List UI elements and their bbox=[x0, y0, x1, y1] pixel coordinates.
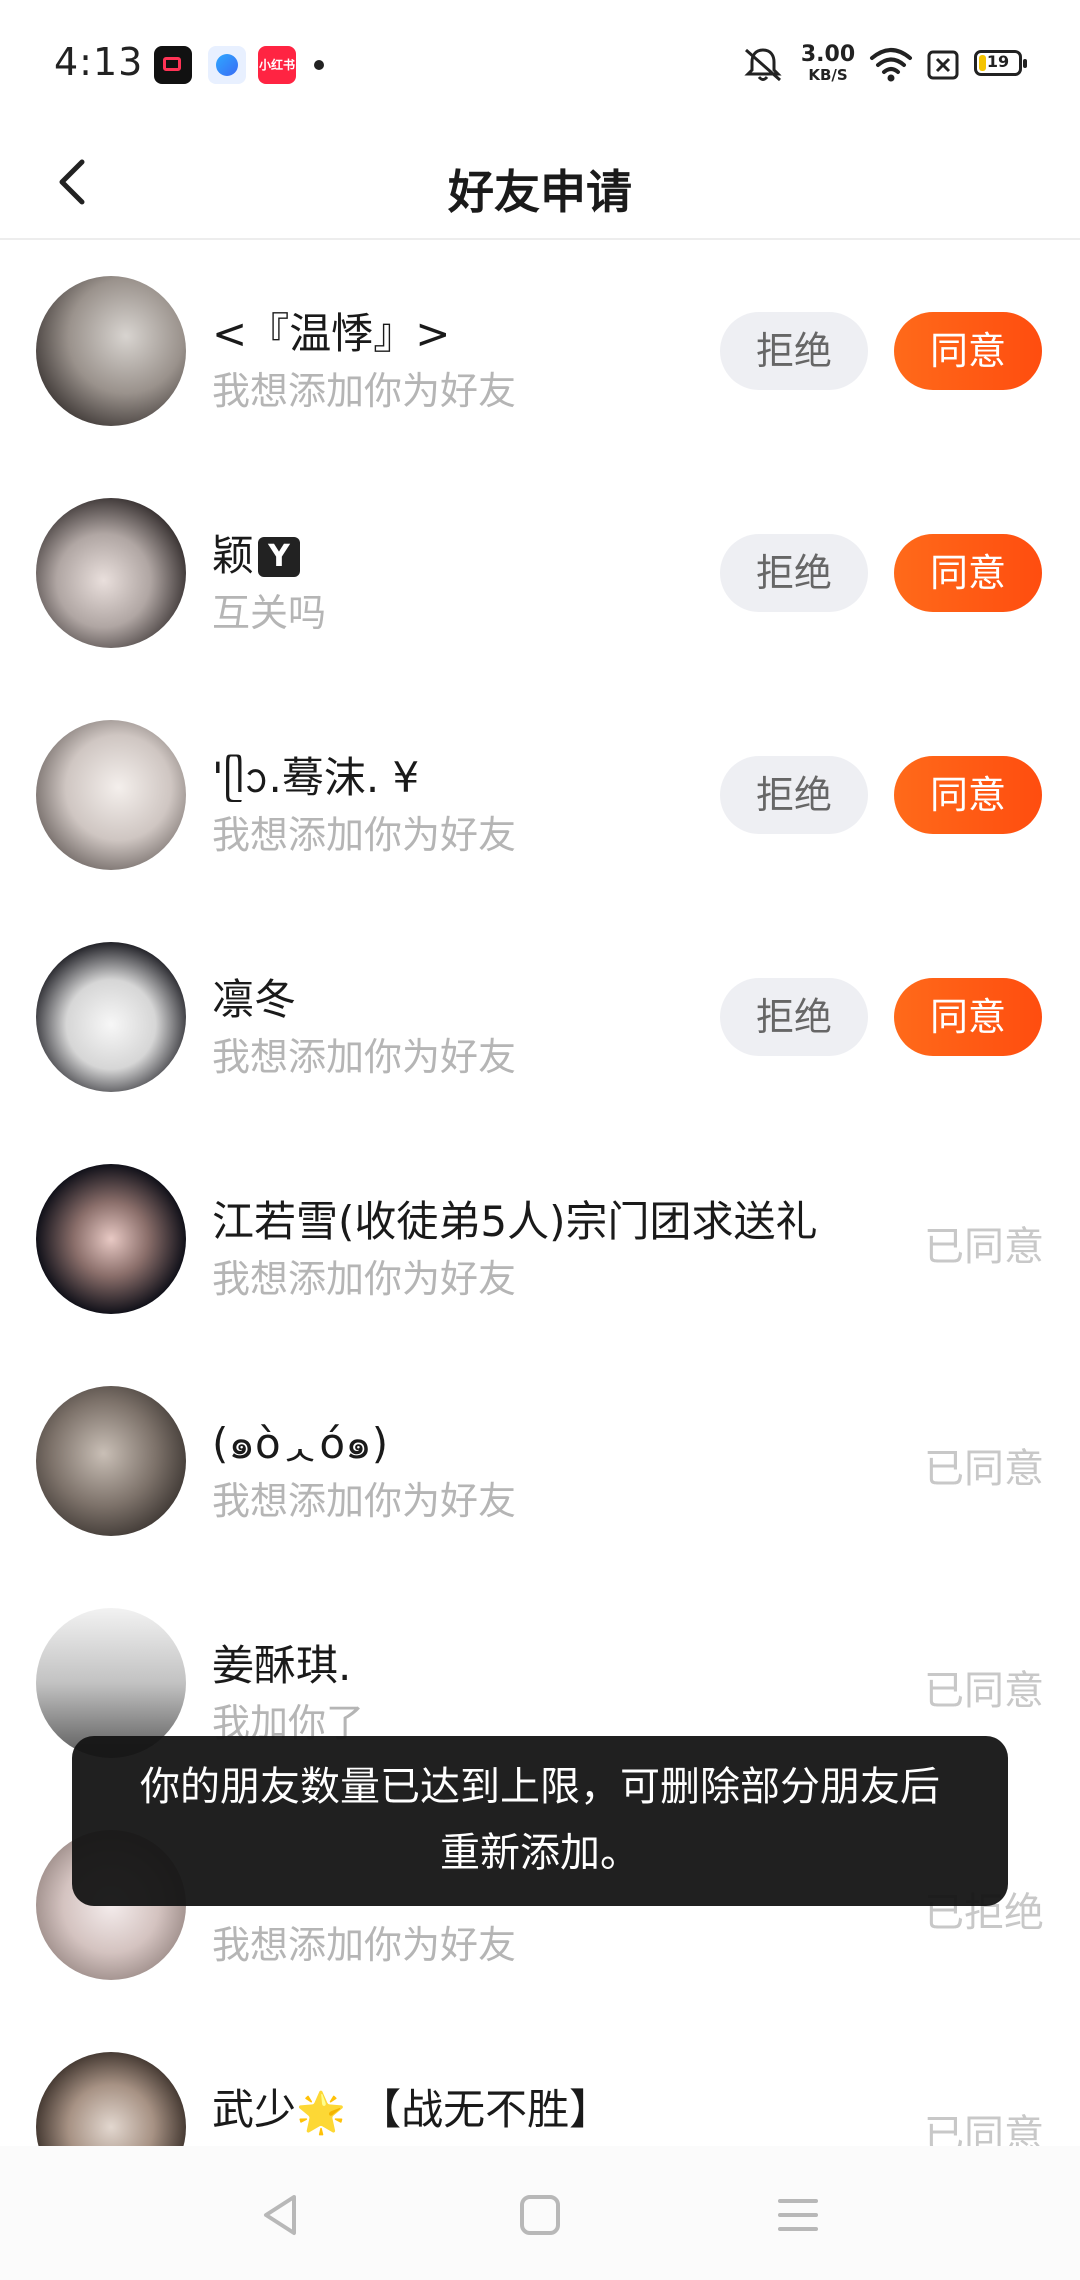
reject-button[interactable]: 拒绝 bbox=[720, 978, 868, 1056]
accept-button[interactable]: 同意 bbox=[894, 978, 1042, 1056]
request-item[interactable]: 凛冬 我想添加你为好友 拒绝 同意 bbox=[0, 906, 1080, 1128]
requester-name: <『温悸』> bbox=[212, 309, 451, 358]
status-time: 4:13 bbox=[54, 40, 144, 84]
avatar[interactable] bbox=[36, 276, 186, 426]
user-badge: Y bbox=[258, 537, 301, 577]
accept-button[interactable]: 同意 bbox=[894, 312, 1042, 390]
wifi-icon bbox=[870, 48, 912, 82]
requester-name: 江若雪(收徒弟5人)宗门团求送礼 bbox=[212, 1197, 818, 1246]
request-message: 我想添加你为好友 bbox=[212, 1479, 517, 1523]
nav-back-button[interactable] bbox=[240, 2180, 320, 2250]
reject-button[interactable]: 拒绝 bbox=[720, 534, 868, 612]
battery-icon: 19 bbox=[974, 50, 1027, 76]
friend-request-list: <『温悸』> 我想添加你为好友 拒绝 同意 颖Y 互关吗 拒绝 同意 'ᥫᩣ.蓦… bbox=[0, 240, 1080, 2238]
requester-name: 姜酥琪. bbox=[212, 1641, 352, 1690]
avatar[interactable] bbox=[36, 720, 186, 870]
toast-message: 你的朋友数量已达到上限，可删除部分朋友后 重新添加。 bbox=[72, 1736, 1008, 1906]
request-status: 已同意 bbox=[924, 1668, 1044, 1714]
avatar[interactable] bbox=[36, 942, 186, 1092]
request-message: 我想添加你为好友 bbox=[212, 1257, 517, 1301]
star-icon: 🌟 bbox=[296, 2090, 346, 2136]
camera-app-icon bbox=[154, 46, 192, 84]
requester-name: 凛冬 bbox=[212, 975, 297, 1024]
toast-line-2: 重新添加。 bbox=[440, 1830, 640, 1876]
network-speed: 3.00 KB/S bbox=[800, 44, 856, 83]
header: 好友申请 bbox=[0, 130, 1080, 240]
request-message: 我想添加你为好友 bbox=[212, 813, 517, 857]
no-sim-icon bbox=[927, 50, 959, 80]
request-status: 已同意 bbox=[924, 1446, 1044, 1492]
friend-requests-screen: 4:13 小红书 3.00 KB/S 19 好友申请 <『温悸』> 我想添加你为… bbox=[0, 0, 1080, 2280]
nav-menu-button[interactable] bbox=[758, 2180, 838, 2250]
requester-name-wrap: 颖Y bbox=[212, 522, 301, 583]
bell-muted-icon bbox=[744, 48, 782, 82]
avatar[interactable] bbox=[36, 498, 186, 648]
network-speed-unit: KB/S bbox=[808, 66, 848, 84]
nav-home-button[interactable] bbox=[500, 2180, 580, 2250]
reject-button[interactable]: 拒绝 bbox=[720, 312, 868, 390]
requester-name-suffix: 【战无不胜】 bbox=[345, 2085, 612, 2134]
battery-level: 19 bbox=[986, 52, 1010, 71]
accept-button[interactable]: 同意 bbox=[894, 534, 1042, 612]
xiaohongshu-app-icon: 小红书 bbox=[258, 46, 296, 84]
network-speed-value: 3.00 bbox=[800, 42, 856, 67]
requester-name: 颖 bbox=[212, 531, 255, 580]
request-status: 已同意 bbox=[924, 1224, 1044, 1270]
request-message: 我想添加你为好友 bbox=[212, 1923, 517, 1967]
page-title: 好友申请 bbox=[448, 165, 632, 219]
request-item[interactable]: 'ᥫᩣ.蓦沫. ¥ 我想添加你为好友 拒绝 同意 bbox=[0, 684, 1080, 906]
request-message: 我想添加你为好友 bbox=[212, 369, 517, 413]
blue-app-icon bbox=[208, 46, 246, 84]
avatar[interactable] bbox=[36, 1386, 186, 1536]
toast-line-1: 你的朋友数量已达到上限，可删除部分朋友后 bbox=[140, 1764, 940, 1810]
square-home-icon bbox=[520, 2195, 560, 2235]
request-item[interactable]: (๑òᆺó๑) 我想添加你为好友 已同意 bbox=[0, 1350, 1080, 1572]
reject-button[interactable]: 拒绝 bbox=[720, 756, 868, 834]
requester-name: 武少 bbox=[212, 2085, 297, 2134]
request-message: 我想添加你为好友 bbox=[212, 1035, 517, 1079]
more-notifications-dot bbox=[314, 60, 324, 70]
request-item[interactable]: 颖Y 互关吗 拒绝 同意 bbox=[0, 462, 1080, 684]
requester-name: (๑òᆺó๑) bbox=[212, 1419, 389, 1468]
requester-name-wrap: 武少🌟 【战无不胜】 bbox=[212, 2076, 611, 2137]
status-bar: 4:13 小红书 3.00 KB/S 19 bbox=[0, 0, 1080, 130]
accept-button[interactable]: 同意 bbox=[894, 756, 1042, 834]
request-item[interactable]: <『温悸』> 我想添加你为好友 拒绝 同意 bbox=[0, 240, 1080, 462]
avatar[interactable] bbox=[36, 1164, 186, 1314]
request-message: 互关吗 bbox=[212, 591, 327, 635]
triangle-back-icon bbox=[264, 2195, 296, 2235]
menu-lines-icon bbox=[778, 2199, 818, 2231]
request-item[interactable]: 江若雪(收徒弟5人)宗门团求送礼 我想添加你为好友 已同意 bbox=[0, 1128, 1080, 1350]
